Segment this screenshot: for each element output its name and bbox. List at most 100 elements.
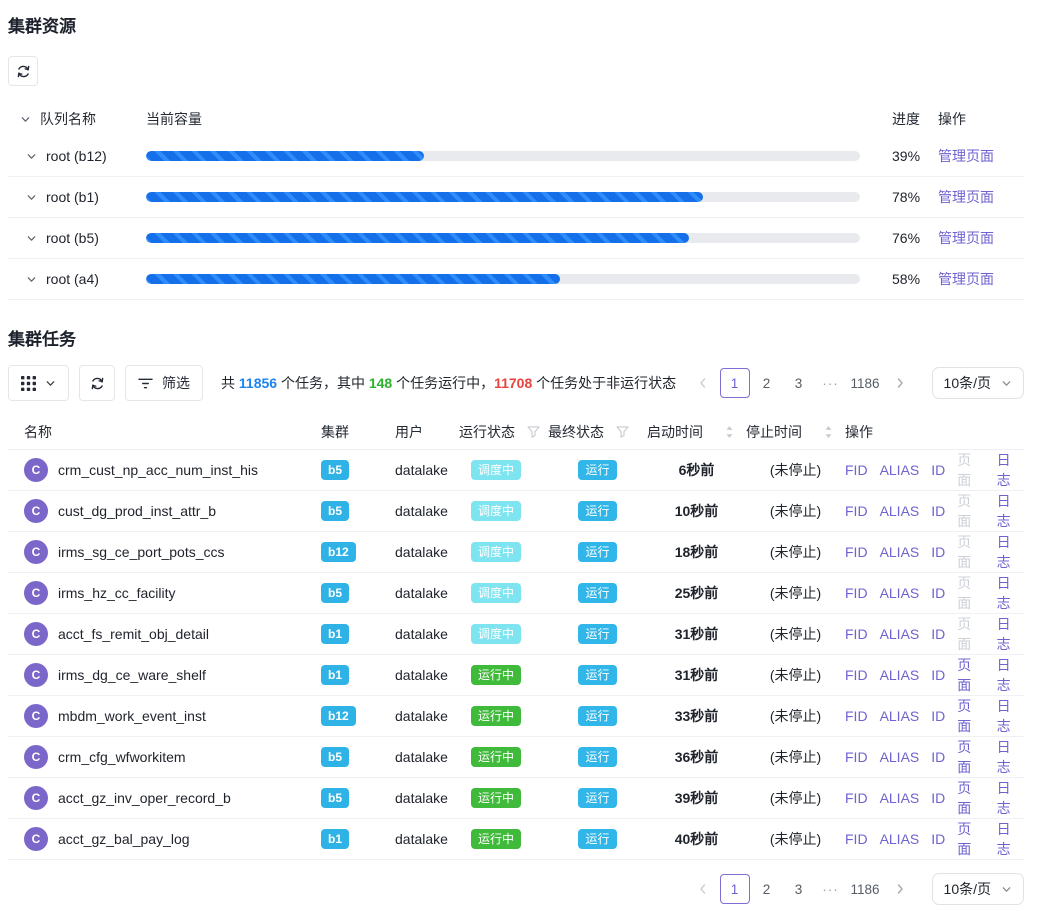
page-last[interactable]: 1186 — [848, 368, 883, 398]
id-link[interactable]: ID — [931, 626, 945, 642]
filter-button[interactable]: 筛选 — [125, 365, 203, 401]
cluster-badge: b5 — [321, 460, 349, 480]
id-link[interactable]: ID — [931, 503, 945, 519]
fid-link[interactable]: FID — [845, 667, 868, 683]
run-status-badge: 调度中 — [471, 624, 521, 644]
page-3[interactable]: 3 — [784, 368, 814, 398]
alias-link[interactable]: ALIAS — [880, 708, 920, 724]
page-link[interactable]: 页面 — [957, 696, 984, 736]
log-link[interactable]: 日志 — [997, 819, 1024, 859]
fid-link[interactable]: FID — [845, 790, 868, 806]
stop-time: (未停止) — [746, 747, 845, 767]
id-link[interactable]: ID — [931, 831, 945, 847]
user-header: 用户 — [395, 422, 459, 442]
id-link[interactable]: ID — [931, 667, 945, 683]
page-ellipsis[interactable]: ··· — [816, 368, 846, 398]
manage-page-link[interactable]: 管理页面 — [938, 148, 994, 164]
log-link[interactable]: 日志 — [997, 696, 1024, 736]
avatar: C — [24, 499, 48, 523]
page-link: 页面 — [957, 532, 984, 572]
fid-link[interactable]: FID — [845, 462, 868, 478]
page-1[interactable]: 1 — [720, 874, 750, 904]
page-last[interactable]: 1186 — [848, 874, 883, 904]
page-2[interactable]: 2 — [752, 874, 782, 904]
user-cell: datalake — [395, 585, 459, 601]
page-link[interactable]: 页面 — [957, 778, 984, 818]
page-link[interactable]: 页面 — [957, 737, 984, 777]
alias-link[interactable]: ALIAS — [880, 831, 920, 847]
chevron-down-icon[interactable] — [26, 151, 37, 162]
id-link[interactable]: ID — [931, 708, 945, 724]
page-1[interactable]: 1 — [720, 368, 750, 398]
task-name: irms_hz_cc_facility — [58, 585, 175, 601]
filter-funnel-icon[interactable] — [616, 426, 629, 438]
page-link[interactable]: 页面 — [957, 655, 984, 695]
fid-link[interactable]: FID — [845, 831, 868, 847]
manage-page-link[interactable]: 管理页面 — [938, 230, 994, 246]
log-link[interactable]: 日志 — [997, 614, 1024, 654]
alias-link[interactable]: ALIAS — [880, 667, 920, 683]
progress-percent: 76% — [874, 230, 930, 246]
id-link[interactable]: ID — [931, 790, 945, 806]
tasks-refresh-button[interactable] — [79, 365, 115, 401]
filter-funnel-icon[interactable] — [527, 426, 540, 438]
alias-link[interactable]: ALIAS — [880, 585, 920, 601]
id-link[interactable]: ID — [931, 749, 945, 765]
tasks-summary: 共 11856 个任务，其中 148 个任务运行中，11708 个任务处于非运行… — [221, 373, 676, 393]
sorter-icon[interactable] — [725, 425, 734, 439]
cluster-badge: b5 — [321, 788, 349, 808]
start-time: 25秒前 — [647, 583, 746, 603]
chevron-down-icon[interactable] — [26, 192, 37, 203]
start-time: 39秒前 — [647, 788, 746, 808]
next-page-icon[interactable] — [885, 874, 915, 904]
resources-refresh-button[interactable] — [8, 56, 38, 86]
chevron-down-icon[interactable] — [20, 114, 31, 125]
page-size-select[interactable]: 10条/页 — [932, 873, 1024, 905]
alias-link[interactable]: ALIAS — [880, 544, 920, 560]
alias-link[interactable]: ALIAS — [880, 790, 920, 806]
progress-percent: 39% — [874, 148, 930, 164]
avatar: C — [24, 458, 48, 482]
id-link[interactable]: ID — [931, 544, 945, 560]
sorter-icon[interactable] — [824, 425, 833, 439]
id-link[interactable]: ID — [931, 585, 945, 601]
alias-link[interactable]: ALIAS — [880, 503, 920, 519]
fid-link[interactable]: FID — [845, 708, 868, 724]
log-link[interactable]: 日志 — [997, 655, 1024, 695]
manage-page-link[interactable]: 管理页面 — [938, 189, 994, 205]
column-settings-button[interactable] — [8, 365, 69, 401]
id-link[interactable]: ID — [931, 462, 945, 478]
chevron-down-icon[interactable] — [26, 274, 37, 285]
user-cell: datalake — [395, 790, 459, 806]
log-link[interactable]: 日志 — [997, 737, 1024, 777]
stop-time: (未停止) — [746, 501, 845, 521]
page-3[interactable]: 3 — [784, 874, 814, 904]
log-link[interactable]: 日志 — [997, 573, 1024, 613]
log-link[interactable]: 日志 — [997, 778, 1024, 818]
log-link[interactable]: 日志 — [997, 532, 1024, 572]
alias-link[interactable]: ALIAS — [880, 626, 920, 642]
action-header: 操作 — [930, 109, 1024, 129]
page-size-select[interactable]: 10条/页 — [932, 367, 1024, 399]
chevron-down-icon[interactable] — [26, 233, 37, 244]
fid-link[interactable]: FID — [845, 585, 868, 601]
alias-link[interactable]: ALIAS — [880, 462, 920, 478]
fid-link[interactable]: FID — [845, 749, 868, 765]
task-name: irms_dg_ce_ware_shelf — [58, 667, 206, 683]
next-page-icon[interactable] — [885, 368, 915, 398]
log-link[interactable]: 日志 — [997, 450, 1024, 490]
alias-link[interactable]: ALIAS — [880, 749, 920, 765]
resources-title: 集群资源 — [8, 12, 1024, 37]
manage-page-link[interactable]: 管理页面 — [938, 271, 994, 287]
fid-link[interactable]: FID — [845, 544, 868, 560]
page-link[interactable]: 页面 — [957, 819, 984, 859]
fid-link[interactable]: FID — [845, 626, 868, 642]
tasks-toolbar: 筛选 共 11856 个任务，其中 148 个任务运行中，11708 个任务处于… — [8, 365, 1024, 401]
stop-time: (未停止) — [746, 460, 845, 480]
page-2[interactable]: 2 — [752, 368, 782, 398]
fid-link[interactable]: FID — [845, 503, 868, 519]
task-name: irms_sg_ce_port_pots_ccs — [58, 544, 225, 560]
run-status-header: 运行状态 — [459, 422, 515, 442]
page-ellipsis[interactable]: ··· — [816, 874, 846, 904]
log-link[interactable]: 日志 — [997, 491, 1024, 531]
